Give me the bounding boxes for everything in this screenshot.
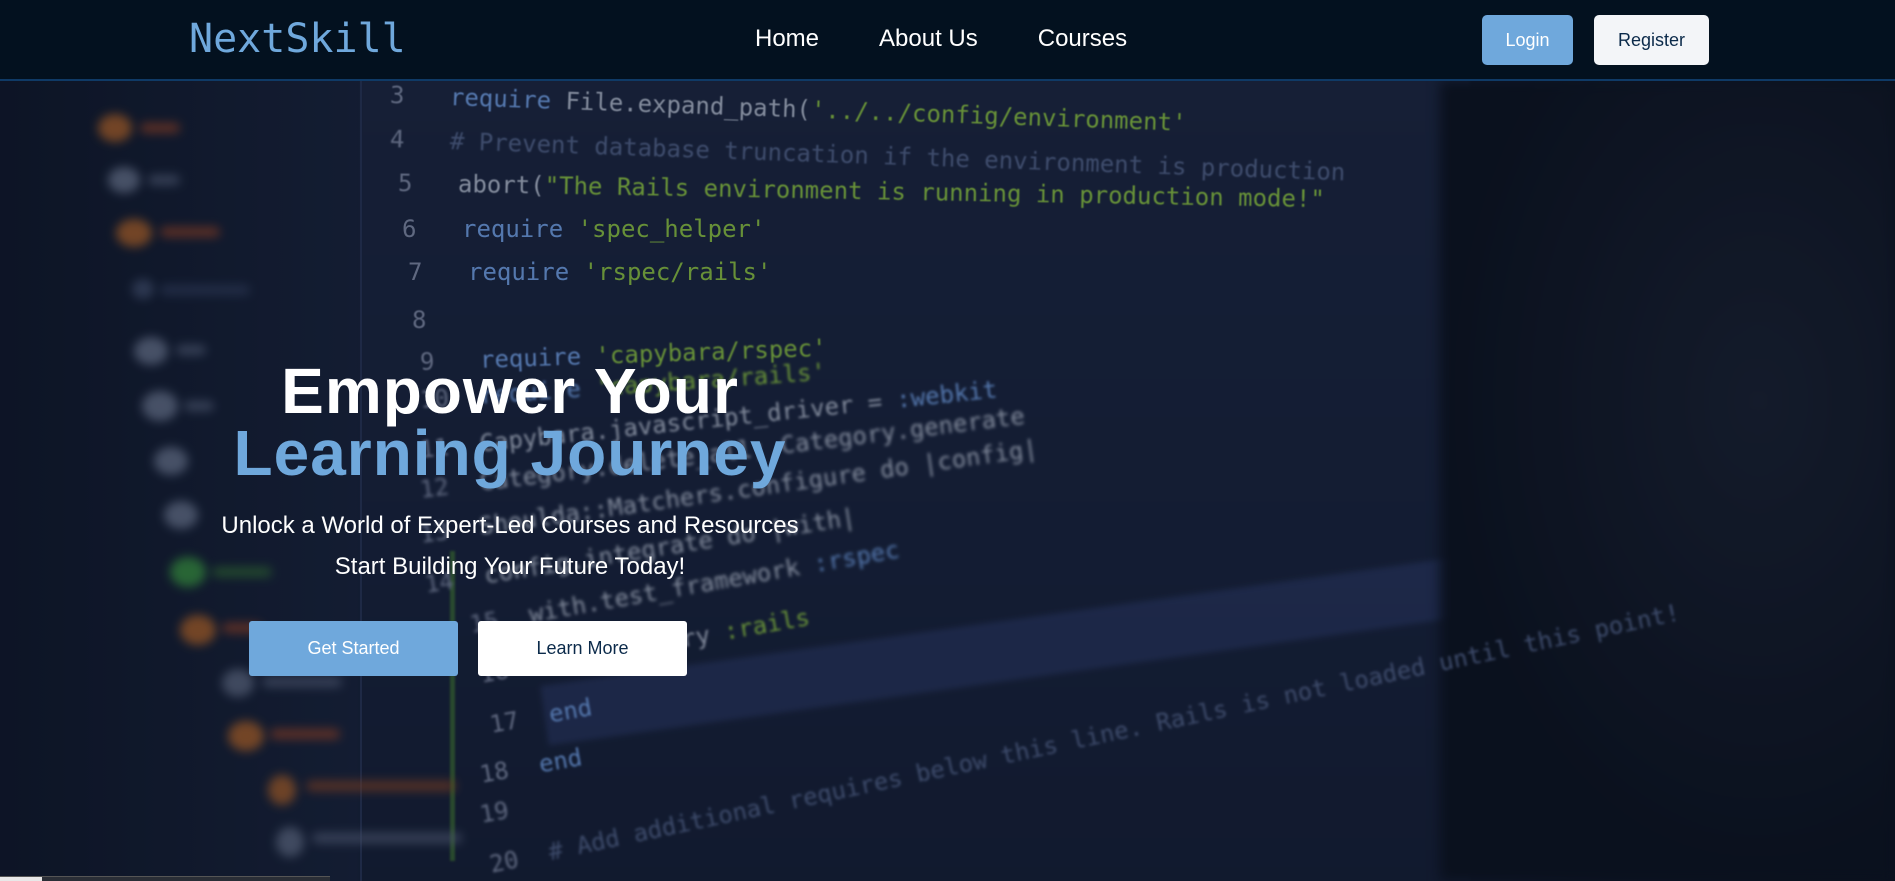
navbar: NextSkill Home About Us Courses Login Re… <box>0 0 1895 81</box>
bottom-scroll-thumb <box>0 877 42 881</box>
hero-title: Empower Your Learning Journey <box>110 355 910 489</box>
get-started-button[interactable]: Get Started <box>249 621 458 676</box>
bottom-scroll-indicator <box>0 876 330 881</box>
hero-subtitle: Unlock a World of Expert-Led Courses and… <box>110 505 910 587</box>
hero-title-line-2: Learning Journey <box>233 417 787 489</box>
login-button[interactable]: Login <box>1482 15 1573 65</box>
main-nav: Home About Us Courses <box>755 25 1127 53</box>
register-button[interactable]: Register <box>1594 15 1709 65</box>
learn-more-button[interactable]: Learn More <box>478 621 687 676</box>
hero-subtitle-line-1: Unlock a World of Expert-Led Courses and… <box>221 512 799 539</box>
nav-link-courses[interactable]: Courses <box>1038 25 1127 53</box>
hero-subtitle-line-2: Start Building Your Future Today! <box>334 553 686 580</box>
hero-title-line-1: Empower Your <box>281 355 739 427</box>
nav-link-about-us[interactable]: About Us <box>879 25 978 53</box>
nav-link-home[interactable]: Home <box>755 25 819 53</box>
brand-logo[interactable]: NextSkill <box>189 16 406 62</box>
